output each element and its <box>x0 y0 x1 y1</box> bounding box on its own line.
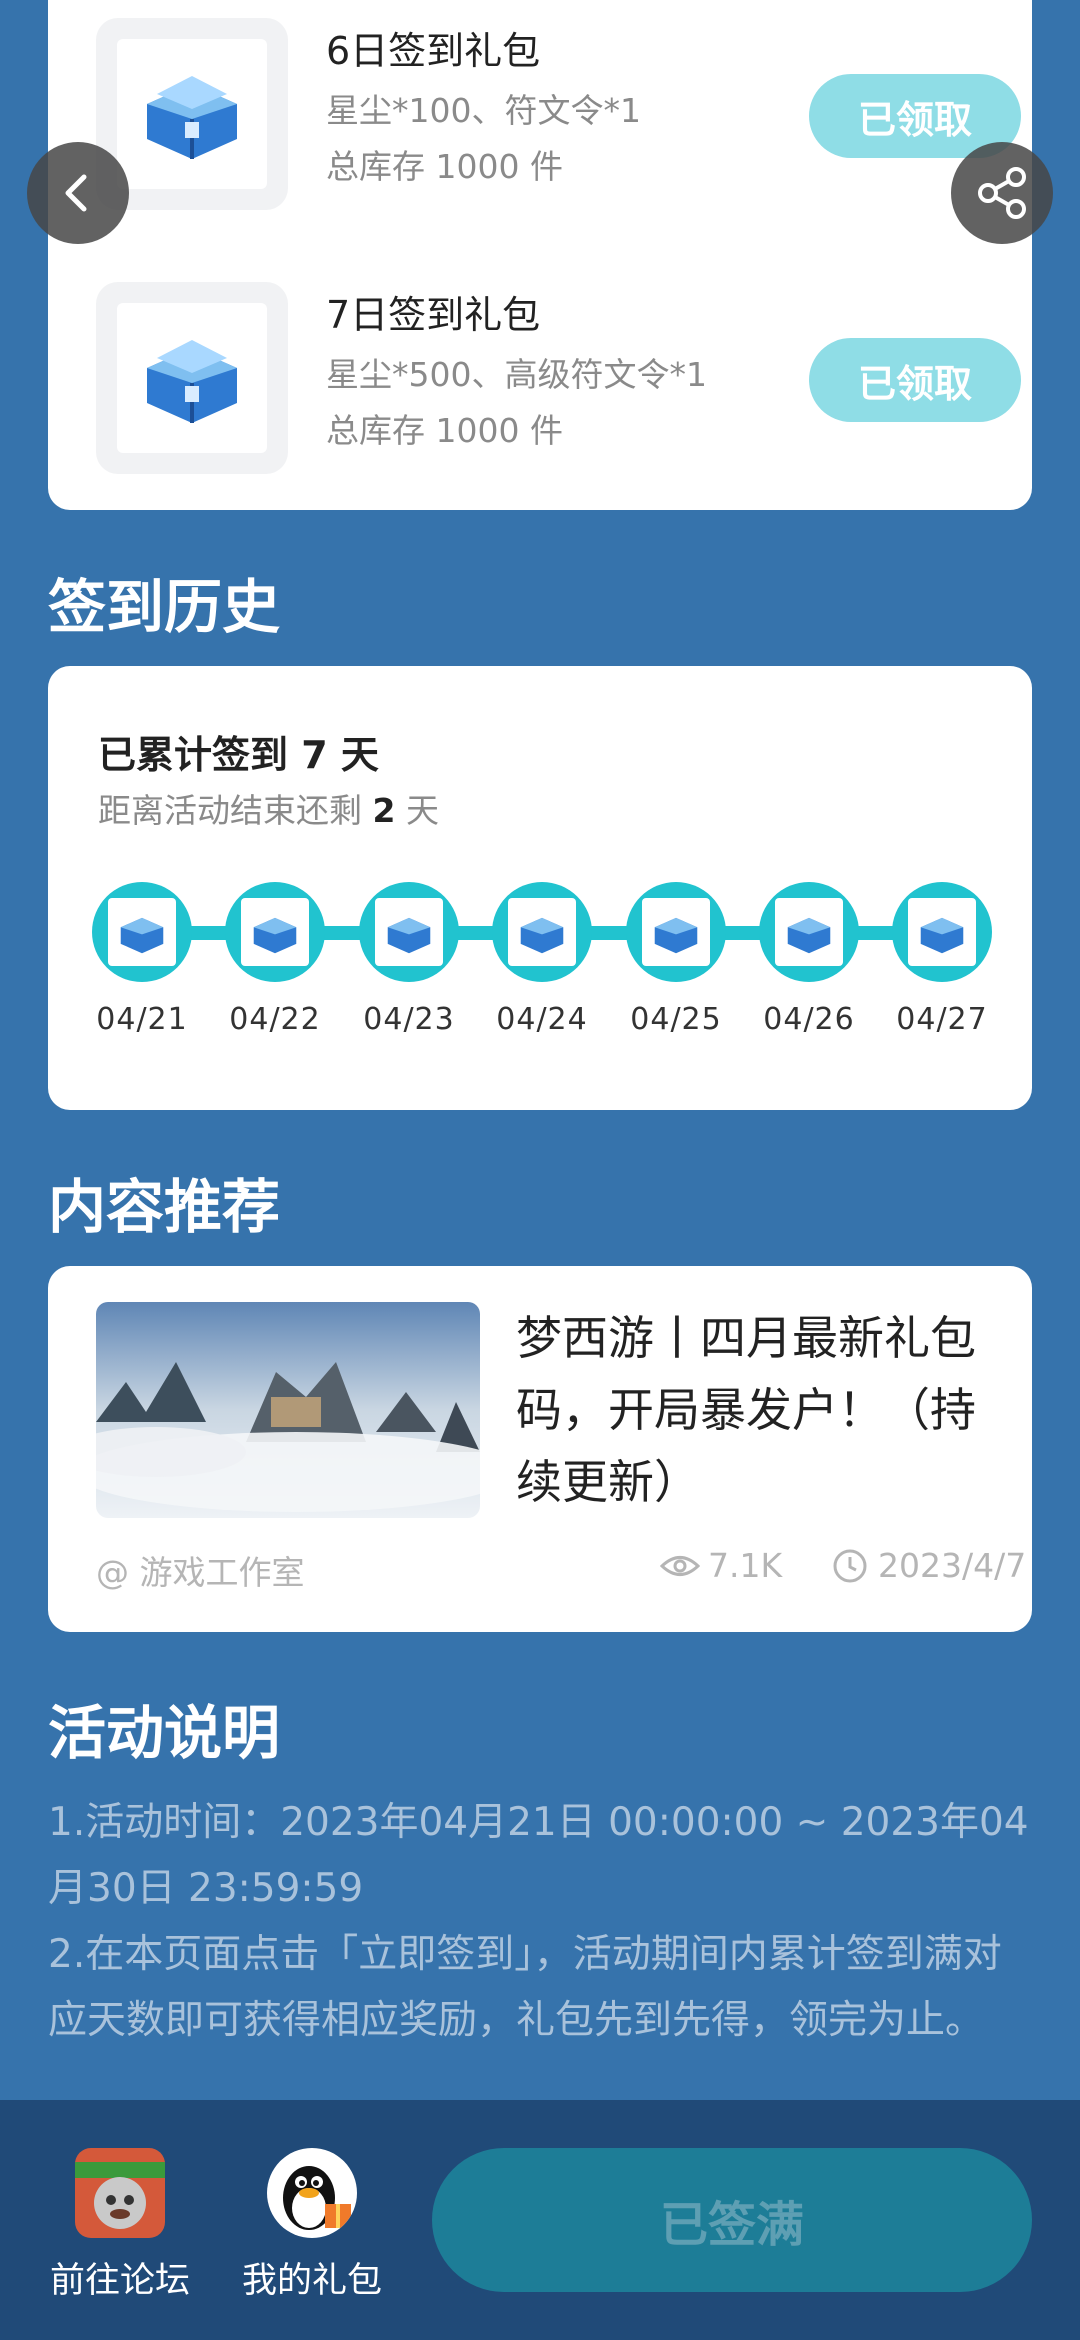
days-remaining-prefix: 距离活动结束还剩 <box>98 791 373 830</box>
my-gifts-link[interactable]: 我的礼包 <box>212 2148 412 2303</box>
article-card[interactable]: 梦西游丨四月最新礼包码，开局暴发户！（持续更新） @ 游戏工作室 7.1K 20… <box>48 1266 1032 1632</box>
treasure-chest-icon <box>775 898 843 966</box>
my-gifts-label: 我的礼包 <box>241 2261 382 2301</box>
description-line: 1.活动时间：2023年04月21日 00:00:00 ~ 2023年04月30… <box>48 1800 1029 1911</box>
gift-item: 6日签到礼包 星尘*100、符文令*1 总库存 1000 件 已领取 <box>96 18 1021 213</box>
timeline-date: 04/25 <box>630 1002 722 1037</box>
gift-list-card: 6日签到礼包 星尘*100、符文令*1 总库存 1000 件 已领取 7日签到礼… <box>48 0 1032 510</box>
timeline-day: 04/23 <box>359 882 459 1037</box>
clock-icon <box>833 1549 867 1582</box>
treasure-chest-icon <box>642 898 710 966</box>
timeline-date: 04/22 <box>229 1002 321 1037</box>
share-button[interactable] <box>951 142 1053 244</box>
signin-count-suffix: 天 <box>327 733 379 777</box>
forum-label: 前往论坛 <box>49 2261 190 2301</box>
signin-timeline: 04/21 04/22 04/23 04/24 04/25 04/26 04/2… <box>92 882 992 1042</box>
signin-count-prefix: 已累计签到 <box>98 733 302 777</box>
timeline-date: 04/27 <box>896 1002 988 1037</box>
days-remaining-suffix: 天 <box>395 791 439 830</box>
history-section-title: 签到历史 <box>48 573 281 641</box>
timeline-date: 04/24 <box>496 1002 588 1037</box>
timeline-node <box>492 882 592 982</box>
timeline-node <box>92 882 192 982</box>
article-thumbnail <box>96 1302 480 1518</box>
gift-description: 星尘*100、符文令*1 <box>326 91 641 130</box>
timeline-day: 04/21 <box>92 882 192 1037</box>
gift-stock: 总库存 1000 件 <box>326 411 563 450</box>
recommend-section-title: 内容推荐 <box>48 1173 281 1241</box>
timeline-date: 04/23 <box>363 1002 455 1037</box>
back-button[interactable] <box>27 142 129 244</box>
views-count: 7.1K <box>708 1546 783 1585</box>
treasure-chest-icon <box>241 898 309 966</box>
article-title: 梦西游丨四月最新礼包码，开局暴发户！（持续更新） <box>516 1311 976 1509</box>
days-remaining-value: 2 <box>372 791 396 830</box>
days-remaining: 距离活动结束还剩 2 天 <box>98 784 439 832</box>
signin-count-value: 7 <box>301 733 328 777</box>
description-line: 2.在本页面点击「立即签到」，活动期间内累计签到满对应天数即可获得相应奖励，礼包… <box>48 1932 1002 2043</box>
eye-icon <box>660 1555 700 1576</box>
claimed-button[interactable]: 已领取 <box>809 338 1021 422</box>
history-card: 已累计签到 7 天 距离活动结束还剩 2 天 04/21 04/22 04/23… <box>48 666 1032 1110</box>
forum-link[interactable]: 前往论坛 <box>20 2148 220 2303</box>
treasure-chest-icon <box>108 898 176 966</box>
activity-description: 1.活动时间：2023年04月21日 00:00:00 ~ 2023年04月30… <box>48 1790 1038 2054</box>
game-avatar-icon <box>75 2148 165 2238</box>
gift-title: 6日签到礼包 <box>326 29 541 73</box>
timeline-node <box>359 882 459 982</box>
signin-count: 已累计签到 7 天 <box>98 724 379 779</box>
signed-full-button[interactable]: 已签满 <box>432 2148 1032 2292</box>
qq-penguin-icon <box>267 2148 357 2238</box>
gift-item: 7日签到礼包 星尘*500、高级符文令*1 总库存 1000 件 已领取 <box>96 282 1021 477</box>
treasure-chest-icon <box>508 898 576 966</box>
chevron-left-icon <box>65 174 87 212</box>
timeline-day: 04/27 <box>892 882 992 1037</box>
article-date: 2023/4/7 <box>832 1546 1026 1585</box>
share-icon <box>978 167 1026 219</box>
gift-thumbnail <box>96 282 288 474</box>
timeline-node <box>892 882 992 982</box>
gift-stock: 总库存 1000 件 <box>326 147 563 186</box>
description-section-title: 活动说明 <box>48 1699 281 1767</box>
date-text: 2023/4/7 <box>878 1546 1027 1585</box>
article-views: 7.1K <box>660 1546 782 1585</box>
gift-title: 7日签到礼包 <box>326 293 541 337</box>
timeline-day: 04/22 <box>225 882 325 1037</box>
treasure-chest-icon <box>375 898 443 966</box>
bottom-action-bar: 前往论坛 我的礼包 已签满 <box>0 2100 1080 2340</box>
timeline-date: 04/26 <box>763 1002 855 1037</box>
treasure-chest-icon <box>117 303 267 453</box>
treasure-chest-icon <box>117 39 267 189</box>
timeline-day: 04/26 <box>759 882 859 1037</box>
article-author: @ 游戏工作室 <box>96 1553 305 1592</box>
timeline-day: 04/25 <box>626 882 726 1037</box>
treasure-chest-icon <box>908 898 976 966</box>
timeline-day: 04/24 <box>492 882 592 1037</box>
gift-description: 星尘*500、高级符文令*1 <box>326 355 707 394</box>
timeline-node <box>225 882 325 982</box>
timeline-node <box>759 882 859 982</box>
timeline-node <box>626 882 726 982</box>
timeline-date: 04/21 <box>96 1002 188 1037</box>
